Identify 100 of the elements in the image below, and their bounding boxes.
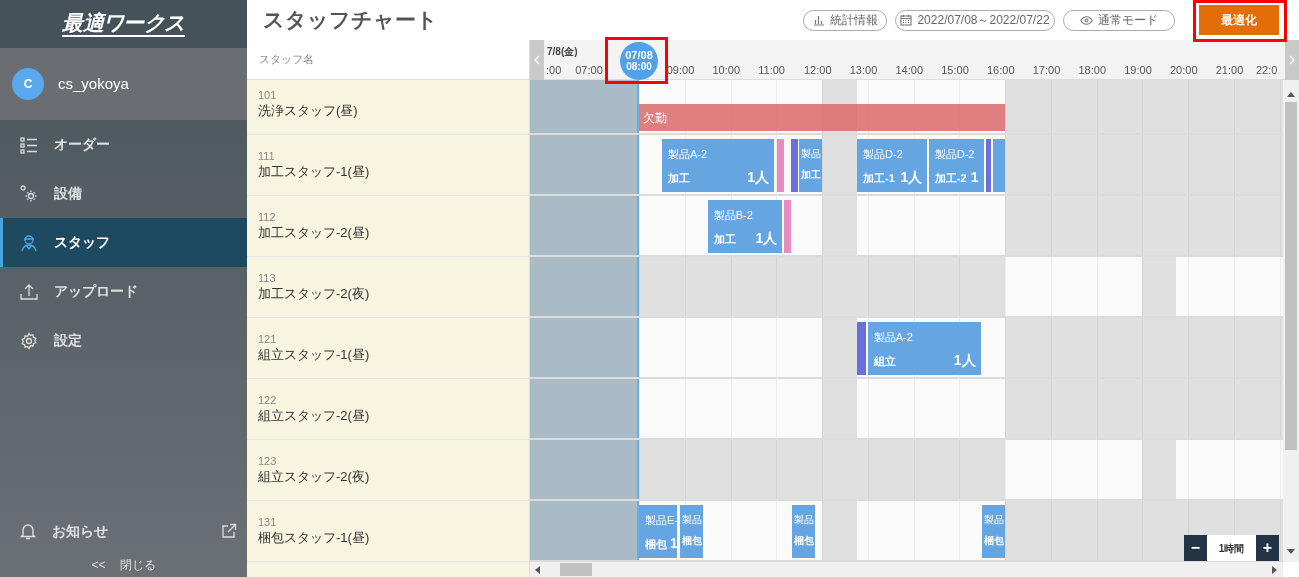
column-header: スタッフ名	[259, 52, 314, 68]
scroll-left-icon[interactable]	[535, 565, 540, 574]
staff-count: 1	[970, 168, 979, 187]
product-label: 製品	[682, 513, 704, 527]
user-name: cs_yokoya	[58, 73, 129, 94]
task-block[interactable]: 製品A-2 加工 1人	[661, 139, 774, 192]
staff-name: 組立スタッフ-2(夜)	[258, 468, 371, 486]
staff-number: 122	[258, 393, 278, 407]
staff-name: 加工スタッフ-2(夜)	[258, 285, 371, 303]
calendar-icon	[900, 14, 913, 26]
menu-item[interactable]: オーダー	[0, 120, 247, 169]
task-block[interactable]: 製品 梱包	[792, 505, 816, 558]
process-label: 加工-2	[934, 171, 967, 186]
process-label: 梱包	[682, 534, 703, 548]
task-block[interactable]	[790, 139, 798, 192]
page-title: スタッフチャート	[262, 7, 438, 34]
user-avatar[interactable]: C	[12, 68, 44, 100]
staff-number: 111	[258, 149, 276, 163]
staff-number: 131	[258, 515, 278, 529]
gear-icon	[20, 184, 38, 203]
product-label: 製品B-2	[713, 208, 754, 222]
zoom-level-label: 1時間	[1217, 541, 1246, 556]
optimize-button[interactable]: 最適化	[1199, 5, 1279, 35]
eye-icon	[1080, 15, 1093, 25]
hour-label: 17:00	[1032, 63, 1061, 78]
staff-number: 101	[258, 88, 278, 102]
hour-label: 12:00	[804, 63, 832, 78]
current-time-marker: 07/08 08:00	[620, 42, 658, 80]
scrollbar-thumb[interactable]	[1285, 102, 1297, 450]
process-label: 加工	[667, 171, 690, 186]
hour-label: 21:00	[1215, 63, 1244, 78]
task-block[interactable]: 製品 梱包	[680, 505, 704, 558]
scroll-right-icon[interactable]	[1272, 565, 1277, 574]
process-label: 組立	[873, 354, 896, 369]
process-label: 梱包	[645, 537, 667, 552]
product-label: 製品A-2	[873, 330, 914, 344]
hour-label: 19:00	[1124, 63, 1152, 78]
staff-count: 1人	[900, 168, 923, 187]
hour-label: 13:00	[849, 63, 878, 78]
zoom-out-button[interactable]: −	[1184, 535, 1207, 561]
hour-label: 14:00	[895, 63, 924, 78]
zoom-in-button[interactable]: +	[1256, 535, 1279, 561]
menu-item[interactable]: アップロード	[0, 267, 247, 316]
vertical-scrollbar[interactable]	[1283, 80, 1299, 562]
process-label: 梱包	[984, 534, 1005, 548]
staff-number: 112	[258, 210, 277, 224]
task-block[interactable]: 製品B-2 加工 1人	[707, 200, 783, 253]
horizontal-scrollbar[interactable]	[530, 562, 1283, 577]
hour-label: 07:00	[575, 63, 603, 78]
product-label: 製品	[794, 513, 816, 527]
staff-count: 1人	[953, 351, 976, 370]
bell-icon[interactable]	[20, 522, 36, 540]
menu-item[interactable]: 設定	[0, 316, 247, 365]
hour-label: 11:00	[758, 63, 785, 78]
process-label: 加工-1	[863, 171, 895, 186]
product-label: 製品	[984, 513, 1005, 527]
menu-item[interactable]: スタッフ	[0, 218, 247, 267]
staff-name: 梱包スタッフ-1(昼)	[258, 529, 371, 547]
staff-number: 123	[258, 454, 278, 468]
absence-bar[interactable]: 欠勤	[639, 104, 1005, 131]
task-block[interactable]: 製品A-2 組立 1人	[867, 322, 981, 375]
task-block[interactable]	[783, 200, 791, 253]
hour-label: 10:00	[712, 63, 741, 78]
close-sidebar-button[interactable]: << 閉じる	[0, 553, 247, 577]
chevron-right-icon	[1289, 55, 1295, 65]
task-block[interactable]	[857, 322, 867, 375]
date-label: 7/8(金)	[547, 45, 578, 59]
staff-number: 121	[258, 332, 278, 346]
bar-chart-icon	[812, 14, 825, 26]
process-label: 加工	[713, 232, 736, 247]
menu-item[interactable]: 設備	[0, 169, 247, 218]
product-label: 製品	[801, 147, 822, 161]
hour-label: :00	[546, 63, 562, 78]
hour-label: 18:00	[1078, 63, 1107, 78]
person-icon	[20, 233, 38, 252]
scroll-down-icon[interactable]	[1287, 549, 1295, 554]
task-block[interactable]: 製品E- 梱包 1	[639, 505, 678, 558]
scroll-up-icon[interactable]	[1287, 92, 1295, 97]
staff-name: 組立スタッフ-1(昼)	[258, 346, 371, 364]
staff-count: 1人	[747, 168, 769, 187]
scrollbar-thumb[interactable]	[560, 563, 592, 576]
product-label: 製品A-2	[667, 147, 708, 161]
notice-link[interactable]: お知らせ	[52, 520, 108, 542]
chevron-left-icon	[534, 55, 540, 65]
task-block[interactable]: 製品 加工	[799, 139, 822, 192]
external-link-icon[interactable]	[221, 523, 237, 539]
staff-count: 1人	[755, 229, 778, 248]
staff-name: 加工スタッフ-1(昼)	[258, 163, 371, 181]
product-label: 製品D-2	[934, 147, 976, 161]
task-block[interactable]: 製品 梱包	[982, 505, 1005, 558]
hour-label: 15:00	[941, 63, 969, 78]
staff-name: 洗浄スタッフ(昼)	[258, 102, 359, 120]
product-label: 製品D-2	[863, 147, 904, 161]
process-label: 梱包	[794, 534, 815, 548]
task-block[interactable]: 製品D-2 加工-2 1	[928, 139, 984, 192]
logo: 最適ワークス	[62, 11, 185, 37]
task-block[interactable]	[985, 139, 992, 192]
task-block[interactable]: 製品D-2 加工-1 1人	[857, 139, 928, 192]
hour-label: 16:00	[987, 63, 1015, 78]
process-label: 加工	[801, 168, 822, 182]
